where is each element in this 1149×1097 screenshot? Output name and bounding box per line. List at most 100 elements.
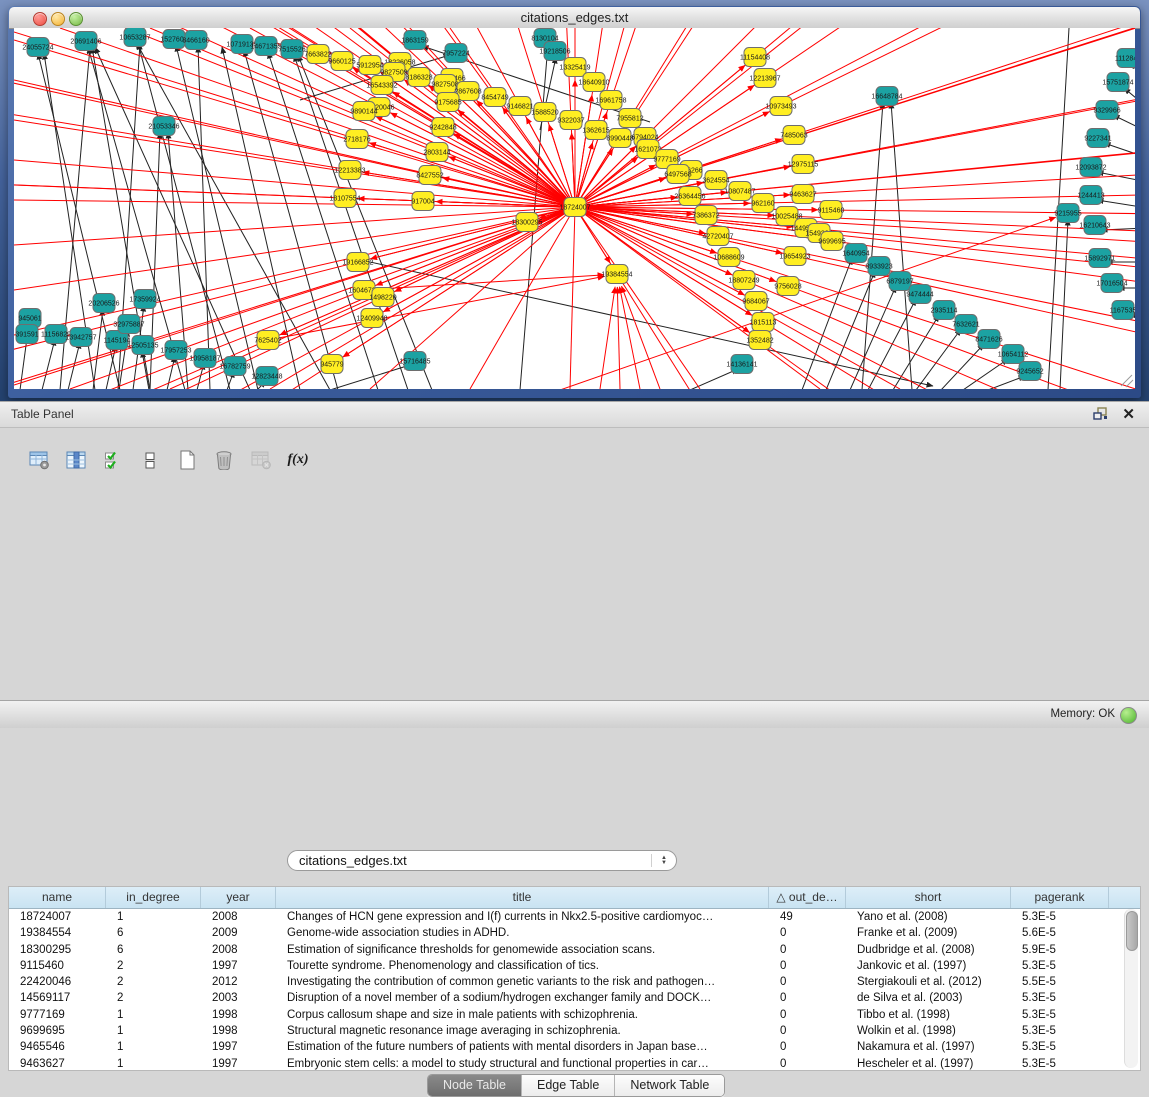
graph-node[interactable]: 9115460: [818, 201, 845, 220]
graph-node[interactable]: 12409948: [356, 309, 387, 328]
column-header-title[interactable]: title: [276, 887, 769, 908]
graph-node[interactable]: 19384554: [601, 265, 632, 284]
graph-node[interactable]: 1498220: [369, 288, 396, 307]
table-settings-icon[interactable]: [26, 447, 52, 473]
graph-node[interactable]: 1588520: [531, 103, 558, 122]
graph-node[interactable]: 32975887: [113, 315, 144, 334]
table-selector-dropdown[interactable]: citations_edges.txt ▲▼: [287, 850, 677, 871]
graph-node[interactable]: 15892971: [1084, 249, 1115, 268]
new-file-icon[interactable]: [174, 447, 200, 473]
graph-node[interactable]: 12213967: [749, 69, 780, 88]
graph-node[interactable]: 2803144: [423, 143, 450, 162]
graph-node[interactable]: 20206526: [88, 294, 119, 313]
graph-node[interactable]: 1863159: [401, 31, 428, 50]
table-row[interactable]: 911546021997Tourette syndrome. Phenomeno…: [9, 958, 1140, 974]
graph-node[interactable]: 9245652: [1016, 362, 1043, 381]
graph-node[interactable]: 26364456: [674, 187, 705, 206]
graph-node[interactable]: 17957253: [160, 341, 191, 360]
graph-node[interactable]: 16961758: [595, 91, 626, 110]
graph-node[interactable]: 21053346: [148, 117, 179, 136]
graph-node[interactable]: 1352482: [746, 331, 773, 350]
graph-node[interactable]: 18107554: [329, 189, 360, 208]
graph-node[interactable]: 8186328: [405, 68, 432, 87]
row-height-icon[interactable]: [137, 447, 163, 473]
graph-node[interactable]: 7386372: [692, 206, 719, 225]
column-header-year[interactable]: year: [201, 887, 276, 908]
graph-node[interactable]: 7957224: [442, 44, 469, 63]
graph-node[interactable]: 8990448: [606, 129, 633, 148]
tab-node-table[interactable]: Node Table: [428, 1075, 522, 1096]
graph-node[interactable]: 10688609: [713, 248, 744, 267]
graph-node[interactable]: 17016504: [1096, 274, 1127, 293]
graph-node[interactable]: 10654112: [998, 345, 1029, 364]
table-row[interactable]: 1938455462009Genome-wide association stu…: [9, 925, 1140, 941]
graph-node[interactable]: 18300295: [511, 213, 542, 232]
graph-node[interactable]: 945779: [320, 355, 343, 374]
graph-node[interactable]: 13942757: [65, 328, 96, 347]
network-canvas[interactable]: 1872400776638229660125591295418226058982…: [14, 28, 1135, 389]
graph-node[interactable]: 9242848: [429, 118, 456, 137]
scrollbar-thumb[interactable]: [1126, 911, 1138, 951]
graph-node[interactable]: 12213383: [334, 161, 365, 180]
graph-node[interactable]: 10653287: [119, 28, 150, 47]
graph-node[interactable]: 8471626: [975, 330, 1002, 349]
table-row[interactable]: 946554611997Estimation of the future num…: [9, 1039, 1140, 1055]
graph-node[interactable]: 16782759: [219, 357, 250, 376]
graph-node[interactable]: 7515526: [278, 40, 305, 59]
graph-node[interactable]: 19654923: [779, 247, 810, 266]
graph-node[interactable]: 10973493: [765, 97, 796, 116]
graph-node[interactable]: 1244413: [1077, 186, 1104, 205]
graph-node[interactable]: 3624554: [702, 171, 729, 190]
graph-node[interactable]: 19166852: [342, 253, 373, 272]
graph-node[interactable]: 1815113: [750, 313, 777, 332]
graph-node[interactable]: 9890144: [350, 102, 377, 121]
graph-node[interactable]: 1640954: [842, 244, 869, 263]
close-icon[interactable]: ✕: [1122, 405, 1135, 423]
network-window[interactable]: citations_edges.txt 18724007766382296601…: [8, 6, 1141, 398]
graph-node[interactable]: 2935114: [931, 301, 958, 320]
graph-node[interactable]: 9146821: [506, 97, 533, 116]
graph-node[interactable]: 9684067: [742, 292, 769, 311]
graph-node[interactable]: 917004: [411, 192, 434, 211]
graph-node[interactable]: 19218506: [539, 42, 570, 61]
column-header-pagerank[interactable]: pagerank: [1011, 887, 1109, 908]
table-row[interactable]: 946362711997Embryonic stem cells: a mode…: [9, 1056, 1140, 1072]
graph-node[interactable]: 9215955: [1054, 204, 1081, 223]
table-row[interactable]: 1872400712008Changes of HCN gene express…: [9, 909, 1140, 925]
table-row[interactable]: 1830029562008Estimation of significance …: [9, 942, 1140, 958]
graph-node[interactable]: 17359924: [129, 290, 160, 309]
graph-node[interactable]: 9660125: [328, 52, 355, 71]
float-window-icon[interactable]: [1093, 407, 1109, 421]
table-row[interactable]: 1456911722003Disruption of a novel membe…: [9, 990, 1140, 1006]
graph-node[interactable]: 9474444: [906, 285, 933, 304]
graph-node[interactable]: 7632621: [952, 315, 979, 334]
graph-node[interactable]: 16210643: [1079, 216, 1110, 235]
graph-node[interactable]: 9175685: [434, 93, 461, 112]
graph-node[interactable]: 12093872: [1075, 158, 1106, 177]
tab-network-table[interactable]: Network Table: [615, 1075, 724, 1096]
vertical-scrollbar[interactable]: [1124, 909, 1138, 1068]
trash-icon[interactable]: [211, 447, 237, 473]
graph-node[interactable]: 18724007: [559, 198, 590, 217]
graph-node[interactable]: 9322037: [557, 111, 584, 130]
graph-node[interactable]: 9463627: [789, 185, 816, 204]
graph-node[interactable]: 15751874: [1102, 73, 1133, 92]
graph-node[interactable]: 12505135: [127, 336, 158, 355]
graph-node[interactable]: 10958187: [189, 349, 220, 368]
graph-node[interactable]: 12975115: [788, 155, 819, 174]
graph-node[interactable]: 7485063: [780, 126, 807, 145]
graph-node[interactable]: 11154408: [740, 48, 770, 67]
graph-node[interactable]: 16648784: [871, 87, 902, 106]
graph-node[interactable]: 20691406: [70, 32, 101, 51]
column-header-in_degree[interactable]: in_degree: [106, 887, 201, 908]
tab-edge-table[interactable]: Edge Table: [522, 1075, 615, 1096]
table-row[interactable]: 969969511998Structural magnetic resonanc…: [9, 1023, 1140, 1039]
column-header-out_de[interactable]: △ out_de…: [769, 887, 846, 908]
graph-node[interactable]: 8466160: [182, 31, 209, 50]
graph-node[interactable]: 18807249: [728, 271, 759, 290]
function-builder-icon[interactable]: f(x): [285, 447, 311, 473]
graph-node[interactable]: 14671355: [250, 37, 281, 56]
graph-node[interactable]: 8933923: [865, 257, 892, 276]
graph-node[interactable]: 1112843: [1115, 49, 1135, 68]
graph-node[interactable]: 12823448: [251, 367, 282, 386]
